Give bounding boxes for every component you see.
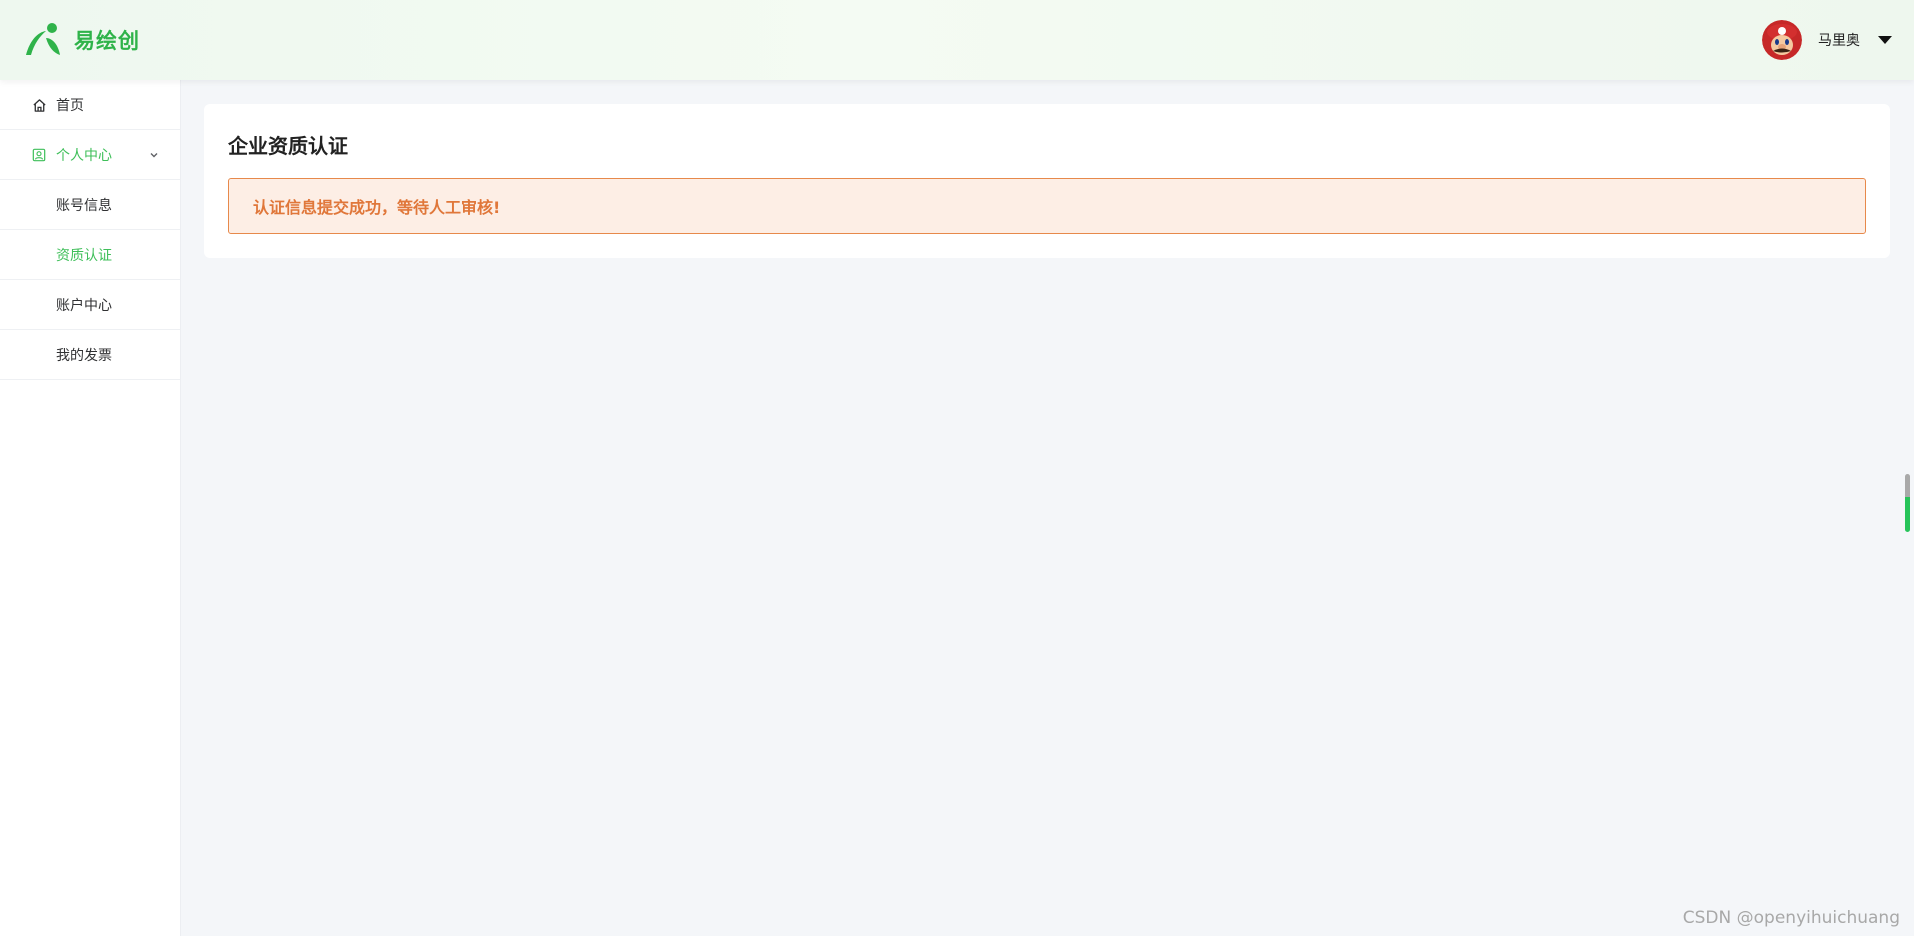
status-alert: 认证信息提交成功，等待人工审核! (228, 178, 1866, 234)
brand-name: 易绘创 (74, 29, 140, 53)
sidebar-item-label: 账号信息 (56, 197, 112, 214)
sidebar-item-label: 个人中心 (56, 147, 112, 164)
brand-logo[interactable]: 易绘创 (22, 20, 140, 60)
sidebar-item-account-center[interactable]: 账户中心 (0, 280, 180, 330)
sidebar: 首页 个人中心 账号信息 资质认证 账户中心 我的发票 (0, 80, 181, 936)
user-icon (31, 147, 47, 163)
sidebar-item-invoices[interactable]: 我的发票 (0, 330, 180, 380)
page-title: 企业资质认证 (228, 134, 348, 158)
alert-message: 认证信息提交成功，等待人工审核! (253, 198, 501, 217)
sidebar-item-account-info[interactable]: 账号信息 (0, 180, 180, 230)
sidebar-item-label: 资质认证 (56, 247, 112, 264)
chevron-down-icon[interactable] (148, 149, 160, 161)
caret-down-icon[interactable] (1878, 36, 1892, 44)
avatar-image (1762, 20, 1802, 60)
avatar[interactable] (1762, 20, 1802, 60)
logo-mark-icon (26, 23, 60, 55)
user-name[interactable]: 马里奥 (1818, 30, 1860, 50)
sidebar-item-qualification[interactable]: 资质认证 (0, 230, 180, 280)
sidebar-item-label: 我的发票 (56, 347, 112, 364)
user-menu[interactable]: 马里奥 (1762, 19, 1892, 61)
watermark: CSDN @openyihuichuang (1682, 908, 1900, 928)
sidebar-item-home[interactable]: 首页 (0, 80, 180, 130)
qualification-card: 企业资质认证 认证信息提交成功，等待人工审核! (204, 104, 1890, 258)
home-icon (31, 97, 47, 113)
sidebar-item-personal-center[interactable]: 个人中心 (0, 130, 180, 180)
top-header: 易绘创 马里奥 (0, 0, 1914, 80)
scrollbar-thumb[interactable] (1905, 474, 1910, 532)
sidebar-item-label: 账户中心 (56, 297, 112, 314)
sidebar-item-label: 首页 (56, 97, 84, 114)
